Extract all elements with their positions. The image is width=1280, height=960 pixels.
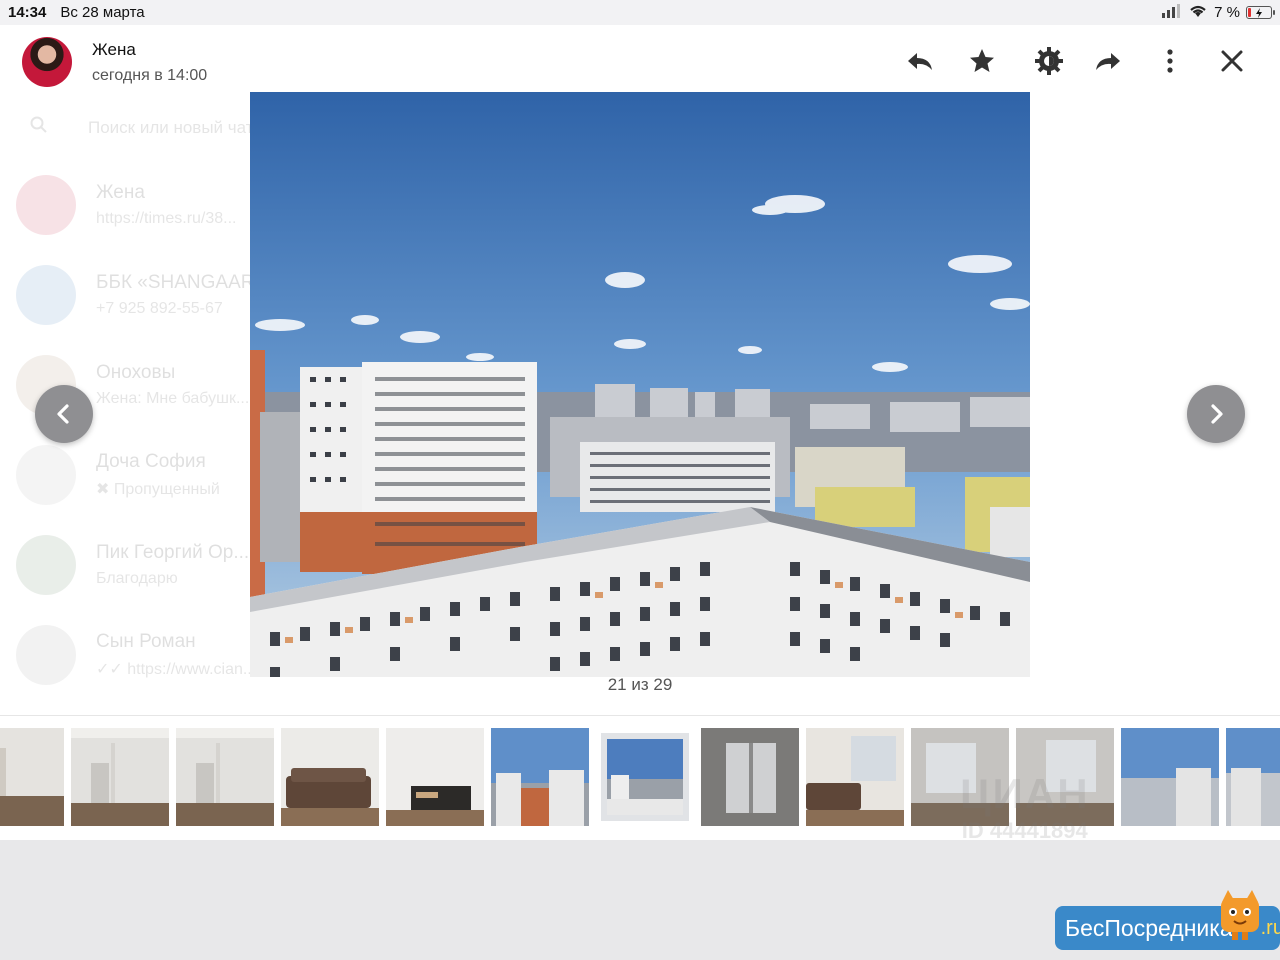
chat-subtitle: Жена: Мне бабушк... [96,390,250,407]
avatar [16,625,76,685]
message-timestamp: сегодня в 14:00 [92,67,208,84]
thumbnail[interactable] [1226,728,1280,826]
search-icon [30,116,48,139]
besposrednika-text: БесПосредника [1065,914,1233,941]
reply-button[interactable] [904,45,936,77]
wifi-icon [1188,3,1208,22]
chat-subtitle: ✖ Пропущенный [96,481,220,498]
signal-icon [1162,3,1182,22]
search-placeholder: Поиск или новый чат [88,117,254,137]
forward-icon [1096,53,1120,70]
status-bar: 14:34 Вс 28 марта 7 % [0,0,1280,25]
mascot-icon [1221,890,1259,940]
thumbnail[interactable] [71,728,169,826]
photo-counter: 21 из 29 [607,675,673,694]
gear-icon [1035,47,1063,75]
thumbnail[interactable] [386,728,484,826]
previous-button[interactable] [35,385,93,443]
thumbnail[interactable] [1121,728,1219,826]
contact-name[interactable]: Жена [92,40,136,60]
chat-subtitle: Благодарю [96,570,178,587]
thumbnail[interactable] [806,728,904,826]
chat-title: Жена [96,182,145,203]
next-button[interactable] [1187,385,1245,443]
settings-button[interactable] [1033,45,1065,77]
chat-title: Оноховы [96,362,176,383]
chat-title: Сын Роман [96,631,196,652]
thumbnail[interactable] [0,728,64,826]
chat-subtitle: https://times.ru/38... [96,210,237,227]
avatar[interactable] [22,37,72,87]
avatar [16,265,76,325]
forward-button[interactable] [1092,45,1124,77]
photo-city-view [250,92,1030,677]
battery-icon [1246,6,1275,19]
thumbnail[interactable] [491,728,589,826]
chat-subtitle: +7 925 892-55-67 [96,300,223,317]
main-photo[interactable] [250,92,1030,677]
chevron-left-icon [57,404,69,424]
status-right: 7 % [1162,3,1275,22]
chevron-right-icon [1211,404,1223,424]
chat-title: Пик Георгий Ор... [96,542,250,563]
battery-percent: 7 % [1214,4,1240,21]
star-button[interactable] [966,45,998,77]
close-button[interactable] [1216,45,1248,77]
avatar [16,445,76,505]
chat-title: ББК «SHANGAAR» [96,272,266,293]
cian-id: ID 44441894 [961,818,1088,843]
besposrednika-tld: .ru [1260,916,1280,939]
chat-title: Доча София [96,451,206,472]
avatar [16,175,76,235]
thumbnail[interactable] [701,728,799,826]
thumbnail[interactable] [176,728,274,826]
reply-icon [908,53,932,70]
cian-watermark: ЦИАН ID 44441894 [960,770,1090,844]
status-date: Вс 28 марта [60,4,145,21]
more-button[interactable] [1154,45,1186,77]
thumbnail[interactable] [281,728,379,826]
close-icon [1221,50,1243,72]
chat-subtitle: ✓✓ https://www.cian... [96,661,257,678]
background-search: Поиск или новый чат [30,116,254,139]
viewer-header: Жена сегодня в 14:00 [0,25,1280,95]
thumbnail-active[interactable] [601,733,689,821]
avatar [16,535,76,595]
cian-logo: ЦИАН [960,770,1090,817]
more-vertical-icon [1167,49,1173,73]
star-icon [970,49,994,72]
status-time: 14:34 [8,4,47,21]
